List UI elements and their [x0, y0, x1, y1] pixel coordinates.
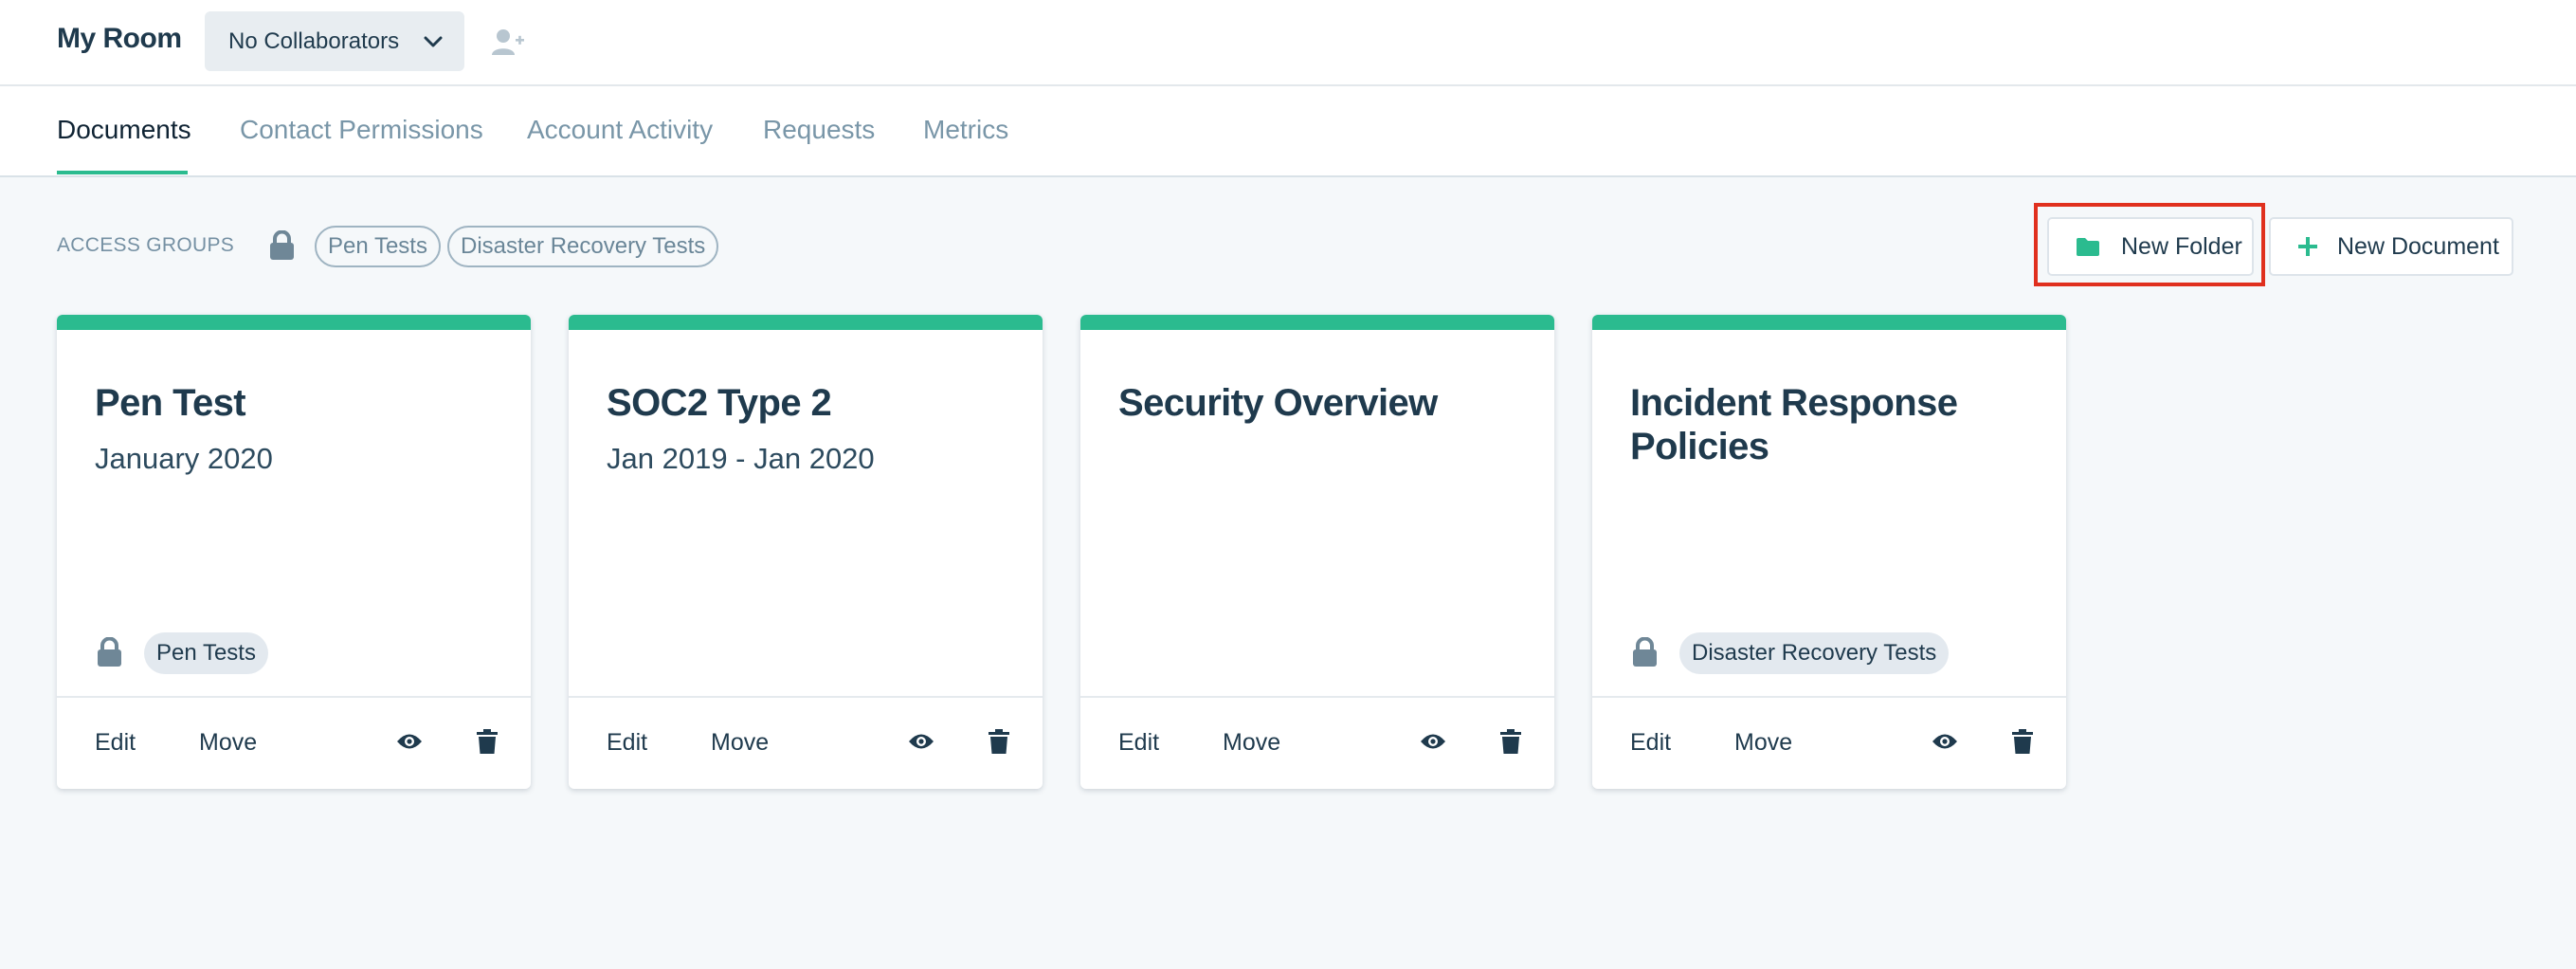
add-user-icon[interactable]: [491, 27, 525, 59]
eye-icon[interactable]: [396, 732, 423, 756]
move-button[interactable]: Move: [711, 729, 769, 757]
tab-account-activity[interactable]: Account Activity: [527, 115, 713, 145]
edit-button[interactable]: Edit: [1118, 729, 1159, 757]
chevron-down-icon: [424, 35, 443, 48]
trash-icon[interactable]: [477, 729, 498, 759]
card-title: Pen Test: [95, 382, 246, 424]
card-divider: [1080, 696, 1554, 698]
move-button[interactable]: Move: [1223, 729, 1280, 757]
card-divider: [1592, 696, 2066, 698]
access-group-pill[interactable]: Disaster Recovery Tests: [447, 226, 719, 267]
card-accent-bar: [569, 315, 1043, 330]
eye-icon[interactable]: [1420, 732, 1446, 756]
eye-icon[interactable]: [908, 732, 934, 756]
new-document-label: New Document: [2337, 232, 2499, 260]
card-access-group-pill: Disaster Recovery Tests: [1679, 632, 1950, 674]
edit-button[interactable]: Edit: [95, 729, 136, 757]
tab-metrics[interactable]: Metrics: [923, 115, 1008, 145]
move-button[interactable]: Move: [199, 729, 257, 757]
card-subtitle: Jan 2019 - Jan 2020: [607, 442, 875, 475]
card-title: Incident Response Policies: [1630, 382, 1958, 467]
eye-icon[interactable]: [1932, 732, 1958, 756]
tab-bar: Documents Contact Permissions Account Ac…: [0, 86, 2576, 177]
highlight-box: [2034, 203, 2265, 286]
tab-contact-permissions[interactable]: Contact Permissions: [240, 115, 483, 145]
tab-documents[interactable]: Documents: [57, 115, 191, 145]
access-groups-label: ACCESS GROUPS: [57, 234, 235, 256]
collaborators-label: No Collaborators: [228, 27, 400, 54]
card-accent-bar: [1080, 315, 1554, 330]
move-button[interactable]: Move: [1734, 729, 1792, 757]
active-tab-indicator: [57, 171, 188, 174]
document-card[interactable]: Security Overview Edit Move: [1080, 315, 1554, 789]
top-bar: My Room No Collaborators: [0, 0, 2576, 86]
lock-icon: [1632, 636, 1658, 672]
card-title: SOC2 Type 2: [607, 382, 832, 424]
trash-icon[interactable]: [2012, 729, 2033, 759]
card-accent-bar: [1592, 315, 2066, 330]
new-document-button[interactable]: New Document: [2269, 217, 2513, 276]
card-title: Security Overview: [1118, 382, 1438, 424]
card-subtitle: January 2020: [95, 442, 273, 475]
document-card[interactable]: SOC2 Type 2 Jan 2019 - Jan 2020 Edit Mov…: [569, 315, 1043, 789]
card-access-group-pill: Pen Tests: [144, 632, 268, 674]
card-accent-bar: [57, 315, 531, 330]
tab-requests[interactable]: Requests: [763, 115, 875, 145]
room-title: My Room: [57, 23, 182, 54]
card-divider: [57, 696, 531, 698]
lock-icon: [269, 229, 295, 265]
access-group-pill[interactable]: Pen Tests: [315, 226, 441, 267]
plus-icon: [2297, 236, 2318, 257]
lock-icon: [97, 636, 122, 672]
edit-button[interactable]: Edit: [1630, 729, 1671, 757]
edit-button[interactable]: Edit: [607, 729, 647, 757]
document-card[interactable]: Pen Test January 2020 Pen Tests Edit Mov…: [57, 315, 531, 789]
trash-icon[interactable]: [1500, 729, 1521, 759]
document-card[interactable]: Incident Response Policies Disaster Reco…: [1592, 315, 2066, 789]
trash-icon[interactable]: [989, 729, 1009, 759]
card-divider: [569, 696, 1043, 698]
collaborators-dropdown[interactable]: No Collaborators: [205, 11, 464, 71]
